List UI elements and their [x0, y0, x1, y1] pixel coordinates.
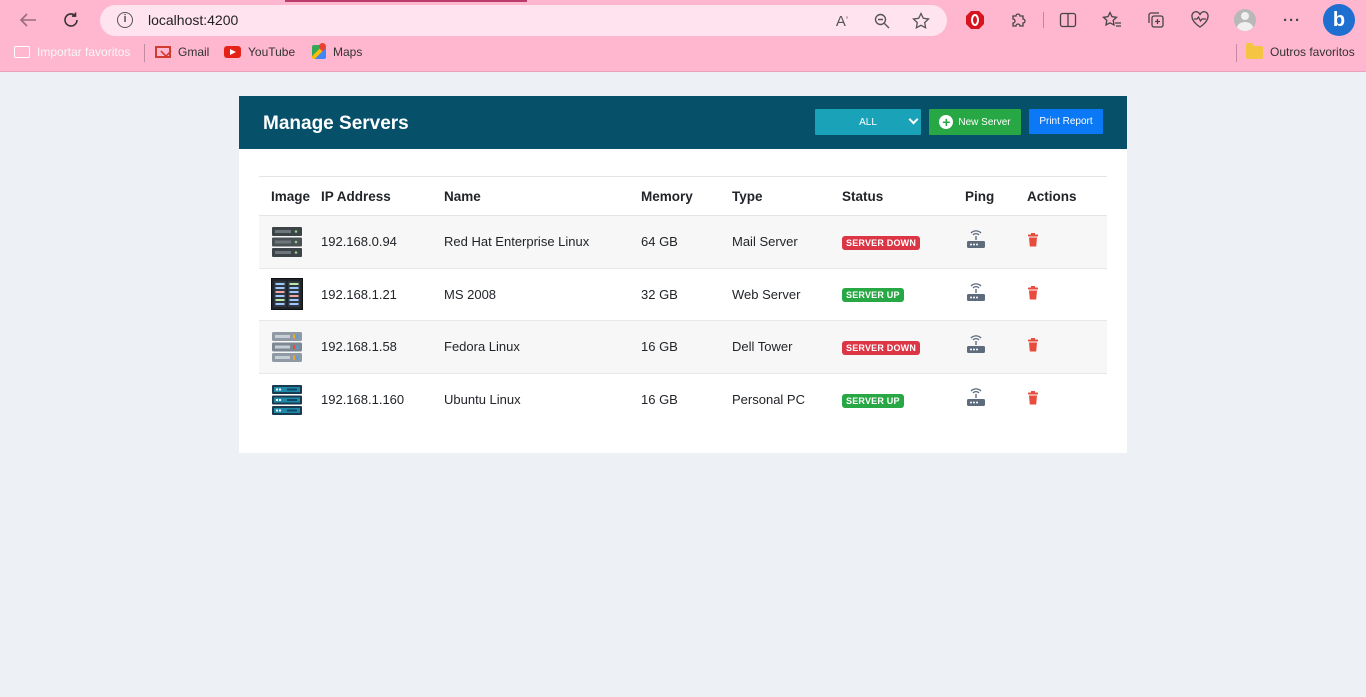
table-row: 192.168.1.160 Ubuntu Linux 16 GB Persona…	[259, 373, 1107, 426]
bookmark-divider	[1236, 44, 1237, 62]
server-rack-blue-icon	[272, 384, 302, 415]
router-ping-icon[interactable]	[965, 230, 987, 250]
delete-trash-icon[interactable]	[1027, 391, 1039, 405]
delete-trash-icon[interactable]	[1027, 233, 1039, 247]
cell-ip: 192.168.1.58	[321, 320, 444, 374]
collections-icon[interactable]	[1145, 9, 1167, 31]
print-report-button[interactable]: Print Report	[1029, 109, 1103, 134]
cell-ip: 192.168.0.94	[321, 215, 444, 269]
favorite-star-icon[interactable]	[912, 12, 930, 30]
status-badge: SERVER DOWN	[842, 340, 921, 355]
bookmarks-bar: Importar favoritos Gmail YouTube Maps Ou…	[0, 42, 1366, 64]
profile-avatar[interactable]	[1234, 9, 1256, 31]
router-ping-icon[interactable]	[965, 388, 987, 408]
reload-icon	[64, 12, 78, 27]
read-aloud-icon[interactable]: Aʼ	[833, 12, 851, 30]
address-bar[interactable]: i localhost:4200 Aʼ	[100, 5, 947, 36]
bookmark-youtube[interactable]: YouTube	[224, 45, 295, 59]
cell-ip: 192.168.1.160	[321, 373, 444, 426]
table-row: 192.168.1.21 MS 2008 32 GB Web Server SE…	[259, 268, 1107, 321]
address-url[interactable]: localhost:4200	[148, 12, 238, 28]
column-header-type: Type	[732, 176, 842, 216]
server-panel-icon	[271, 278, 303, 311]
split-screen-icon[interactable]	[1057, 9, 1079, 31]
active-tab-indicator	[285, 0, 527, 2]
status-badge: SERVER UP	[842, 288, 904, 303]
column-header-ping: Ping	[965, 176, 1027, 216]
delete-trash-icon[interactable]	[1027, 285, 1039, 300]
site-info-icon[interactable]: i	[117, 12, 133, 28]
folder-icon	[1246, 42, 1263, 59]
server-rack-dark-icon	[272, 226, 302, 257]
bookmark-import-favorites[interactable]: Importar favoritos	[14, 45, 130, 59]
maps-icon	[312, 45, 326, 59]
cell-memory: 16 GB	[641, 373, 732, 426]
table-header-row: Image IP Address Name Memory Type Status…	[259, 176, 1107, 216]
cell-ip: 192.168.1.21	[321, 268, 444, 321]
status-badge: SERVER UP	[842, 393, 904, 408]
cell-memory: 32 GB	[641, 268, 732, 321]
adblock-extension-icon[interactable]	[964, 9, 986, 31]
cell-name: Ubuntu Linux	[444, 373, 641, 426]
servers-table: Image IP Address Name Memory Type Status…	[259, 176, 1107, 426]
cell-name: Fedora Linux	[444, 320, 641, 374]
cell-memory: 64 GB	[641, 215, 732, 269]
browser-essentials-heart-icon[interactable]	[1189, 9, 1211, 31]
router-ping-icon[interactable]	[965, 335, 987, 355]
status-badge: SERVER DOWN	[842, 235, 921, 250]
cell-memory: 16 GB	[641, 320, 732, 374]
youtube-icon	[224, 46, 241, 58]
extensions-puzzle-icon[interactable]	[1008, 9, 1030, 31]
bing-copilot-icon[interactable]: b	[1323, 4, 1355, 36]
bookmark-gmail[interactable]: Gmail	[155, 45, 209, 59]
status-filter-select[interactable]: ALL	[815, 109, 921, 135]
cell-type: Mail Server	[732, 215, 842, 269]
bookmark-maps[interactable]: Maps	[312, 45, 362, 59]
cell-type: Personal PC	[732, 373, 842, 426]
cell-type: Dell Tower	[732, 320, 842, 374]
cell-name: Red Hat Enterprise Linux	[444, 215, 641, 269]
card-header: Manage Servers ALL + New Server Print Re…	[239, 96, 1127, 149]
plus-circle-icon: +	[939, 115, 954, 129]
column-header-name: Name	[444, 176, 641, 216]
manage-servers-card: Manage Servers ALL + New Server Print Re…	[239, 96, 1127, 453]
zoom-icon[interactable]	[873, 12, 891, 30]
column-header-actions: Actions	[1027, 176, 1107, 216]
gmail-icon	[155, 46, 171, 58]
favorites-list-icon[interactable]	[1101, 9, 1123, 31]
toolbar-divider	[1043, 12, 1044, 28]
bookmark-divider	[144, 44, 145, 62]
new-server-button[interactable]: + New Server	[929, 109, 1021, 135]
cell-type: Web Server	[732, 268, 842, 321]
server-rack-grey-icon	[272, 331, 302, 362]
table-row: 192.168.1.58 Fedora Linux 16 GB Dell Tow…	[259, 320, 1107, 374]
delete-trash-icon[interactable]	[1027, 338, 1039, 352]
router-ping-icon[interactable]	[965, 283, 987, 303]
bookmark-other-favorites[interactable]: Outros favoritos	[1246, 42, 1355, 59]
chevron-down-icon	[908, 114, 919, 125]
column-header-ip: IP Address	[321, 176, 444, 216]
import-icon	[14, 46, 30, 58]
column-header-memory: Memory	[641, 176, 732, 216]
cell-name: MS 2008	[444, 268, 641, 321]
page-title: Manage Servers	[263, 113, 409, 134]
browser-chrome: i localhost:4200 Aʼ ··· b Importar favor…	[0, 0, 1366, 72]
more-options-icon[interactable]: ···	[1281, 9, 1303, 31]
column-header-status: Status	[842, 176, 965, 216]
back-button[interactable]	[15, 8, 41, 32]
back-arrow-icon	[19, 13, 36, 27]
reload-button[interactable]	[58, 8, 84, 32]
status-filter-value: ALL	[859, 116, 877, 128]
table-row: 192.168.0.94 Red Hat Enterprise Linux 64…	[259, 215, 1107, 269]
column-header-image: Image	[259, 176, 321, 216]
